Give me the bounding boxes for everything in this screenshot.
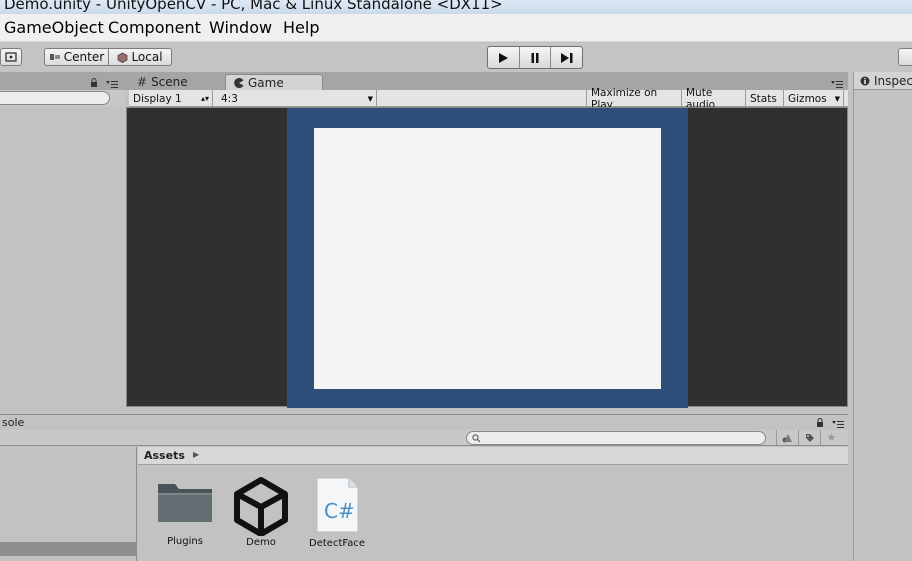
- asset-item[interactable]: C# DetectFace: [304, 476, 370, 549]
- scene-grid-icon: #: [137, 75, 148, 89]
- tag-icon: [805, 433, 814, 442]
- project-folder-tree: [0, 447, 137, 561]
- tab-scene[interactable]: # Scene: [129, 74, 196, 90]
- panel-menu-icon[interactable]: [831, 80, 843, 88]
- panel-menu-icon[interactable]: [106, 80, 118, 88]
- unity-scene-icon: [234, 477, 288, 537]
- console-tab-strip: sole: [0, 414, 848, 429]
- chevron-down-icon: ▼: [834, 94, 840, 103]
- game-view-toolbar: Display 1 ▴▾ 4:3 ▼ Maximize on Play Mute…: [129, 87, 848, 111]
- tab-inspector[interactable]: Inspec: [854, 72, 912, 90]
- gizmos-label: Gizmos: [788, 92, 827, 105]
- game-camera-frame: [287, 108, 688, 408]
- star-icon: ★: [826, 431, 837, 444]
- filter-label-button[interactable]: [798, 430, 820, 445]
- breadcrumb-arrow-icon: ▶: [193, 450, 200, 459]
- dropdown-arrows-icon: ▴▾: [200, 94, 209, 103]
- stats-label: Stats: [750, 92, 777, 105]
- csharp-script-icon: C#: [316, 477, 359, 533]
- pivot-local-button[interactable]: Local: [108, 48, 172, 66]
- play-controls: [487, 46, 583, 69]
- maximize-on-play-toggle[interactable]: Maximize on Play: [586, 87, 682, 111]
- pause-icon: [531, 52, 539, 63]
- pivot-center-button[interactable]: Center: [44, 48, 109, 66]
- lock-icon[interactable]: [90, 78, 98, 88]
- game-viewport[interactable]: [126, 107, 848, 408]
- hierarchy-panel: [0, 72, 125, 408]
- game-render-surface: [314, 128, 661, 389]
- rect-tool-button[interactable]: [0, 48, 22, 66]
- pivot-center-label: Center: [63, 50, 105, 64]
- play-icon: [499, 52, 509, 63]
- menu-component[interactable]: Component: [108, 18, 201, 37]
- asset-name: DetectFace: [309, 538, 365, 549]
- title-bar: Demo.unity - UnityOpenCV - PC, Mac & Lin…: [0, 0, 912, 14]
- asset-name: Demo: [246, 537, 276, 548]
- lock-icon[interactable]: [816, 418, 824, 428]
- pivot-local-label: Local: [131, 50, 163, 64]
- favorites-button[interactable]: ★: [820, 430, 842, 445]
- hierarchy-header: [0, 72, 125, 90]
- step-button[interactable]: [551, 47, 582, 68]
- tab-inspector-label: Inspec: [874, 73, 912, 88]
- menu-gameobject[interactable]: GameObject: [4, 18, 104, 37]
- shapes-icon: [782, 433, 792, 442]
- pause-button[interactable]: [520, 47, 552, 68]
- menu-help[interactable]: Help: [283, 18, 319, 37]
- hierarchy-search-input[interactable]: [0, 91, 110, 105]
- asset-item[interactable]: Plugins: [152, 476, 218, 547]
- gizmos-dropdown[interactable]: Gizmos ▼: [784, 90, 844, 107]
- mute-audio-toggle[interactable]: Mute audio: [682, 87, 746, 111]
- panel-menu-icon[interactable]: [832, 420, 844, 428]
- menu-bar: GameObject Component Window Help: [0, 14, 912, 42]
- project-toolbar: ★: [0, 430, 848, 446]
- project-breadcrumb: Assets ▶: [138, 447, 848, 465]
- breadcrumb-assets[interactable]: Assets: [144, 449, 185, 462]
- chevron-down-icon: ▼: [367, 94, 373, 103]
- rect-tool-icon: [5, 52, 17, 62]
- tab-game-label: Game: [248, 75, 284, 90]
- folder-icon: [158, 484, 212, 522]
- svg-text:C#: C#: [324, 499, 355, 523]
- local-cube-icon: [118, 52, 128, 63]
- window-title: Demo.unity - UnityOpenCV - PC, Mac & Lin…: [4, 0, 503, 13]
- info-icon: [860, 76, 870, 85]
- asset-item[interactable]: Demo: [228, 476, 294, 548]
- tab-scene-label: Scene: [151, 75, 188, 89]
- account-button[interactable]: [898, 48, 912, 66]
- filter-type-button[interactable]: [776, 430, 798, 445]
- selected-folder-row[interactable]: [0, 542, 137, 556]
- search-icon: [472, 434, 481, 443]
- stats-toggle[interactable]: Stats: [746, 90, 784, 107]
- assets-grid: Plugins Demo C# DetectFace: [138, 466, 848, 561]
- tab-game[interactable]: Game: [225, 74, 323, 90]
- menu-window[interactable]: Window: [209, 18, 272, 37]
- play-button[interactable]: [488, 47, 520, 68]
- asset-name: Plugins: [167, 536, 203, 547]
- display-dropdown[interactable]: Display 1 ▴▾: [129, 90, 213, 107]
- aspect-dropdown[interactable]: 4:3 ▼: [217, 90, 377, 107]
- display-label: Display 1: [133, 92, 182, 105]
- hierarchy-search-bar: [0, 90, 125, 107]
- main-toolbar: Center Local: [0, 43, 912, 71]
- inspector-panel: Inspec: [853, 72, 912, 561]
- center-icon: [49, 54, 60, 60]
- aspect-label: 4:3: [221, 92, 238, 105]
- step-icon: [560, 52, 573, 63]
- game-pacman-icon: [234, 77, 244, 88]
- tab-console-label[interactable]: sole: [2, 416, 24, 429]
- project-search-input[interactable]: [466, 431, 766, 445]
